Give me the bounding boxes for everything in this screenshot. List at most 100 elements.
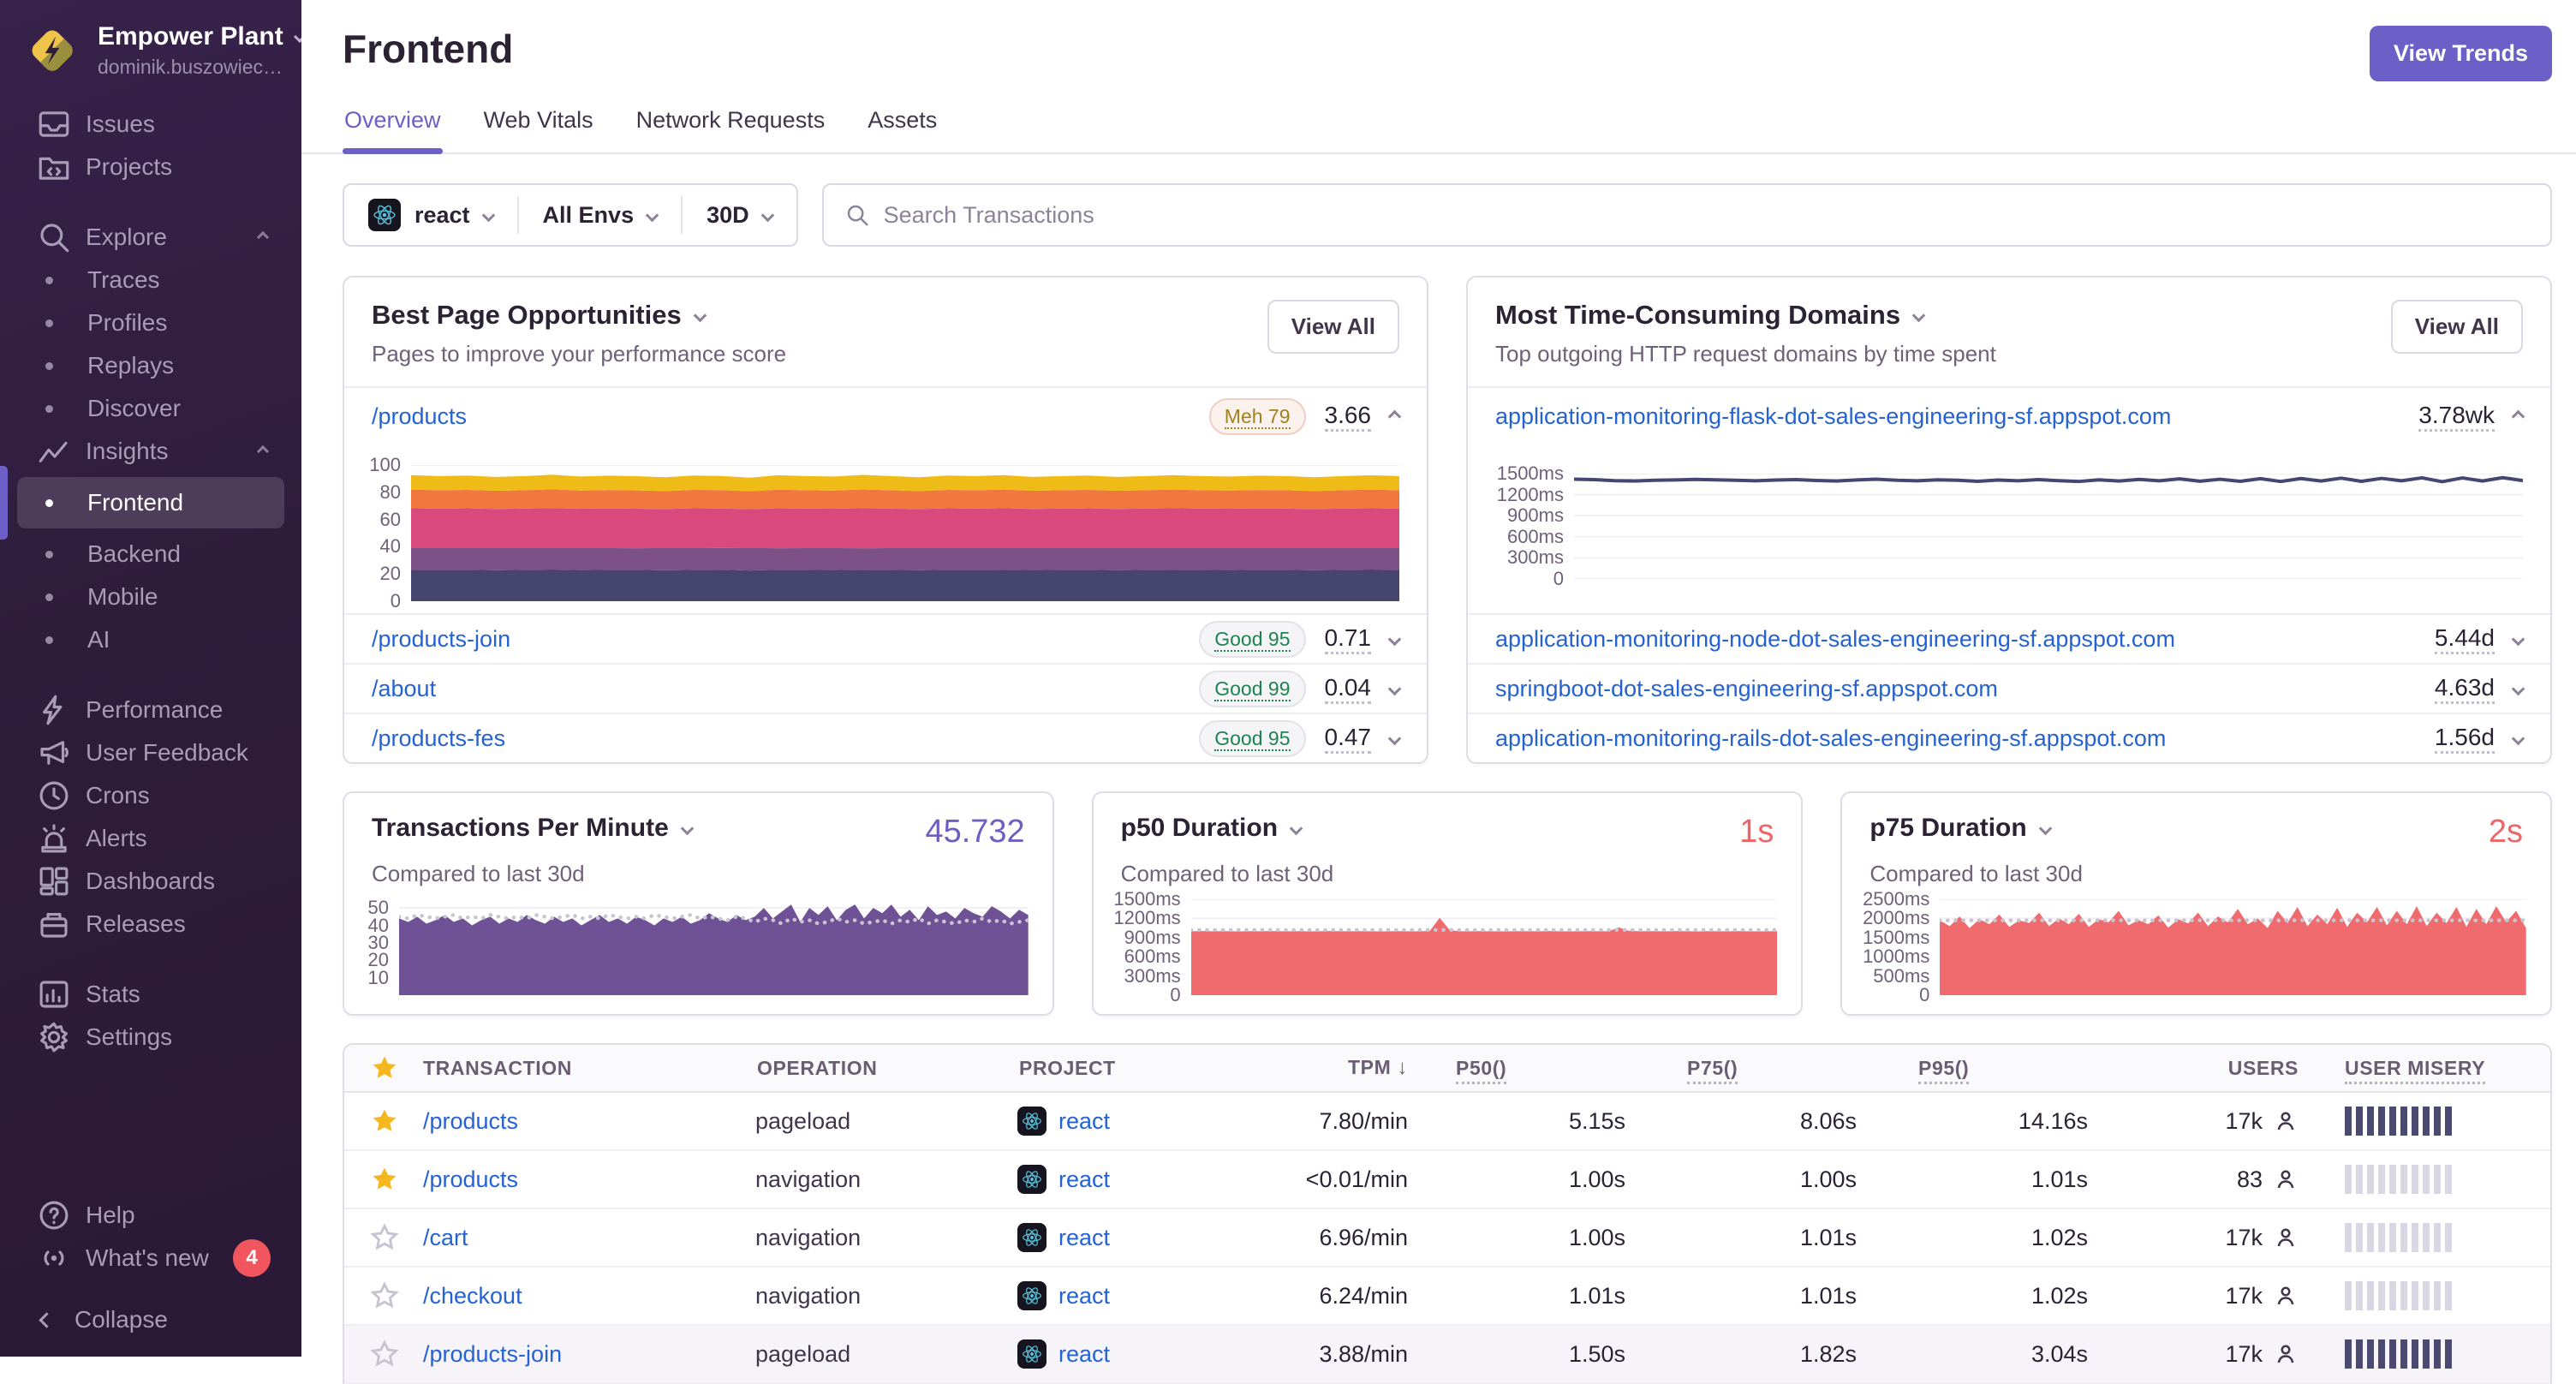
dashboards-icon [39,867,69,896]
transaction-link[interactable]: /products-join [423,1341,562,1367]
sidebar-item-help[interactable]: Help [0,1194,301,1237]
view-trends-button[interactable]: View Trends [2369,26,2552,81]
column-header-p50[interactable]: P50() [1420,1056,1651,1084]
sidebar-item-label: Collapse [75,1306,168,1333]
main-content: Frontend View Trends Overview Web Vitals… [301,0,2576,1384]
column-header-user-misery[interactable]: USER MISERY [2305,1056,2550,1084]
expand-row-icon[interactable] [2511,682,2525,695]
panel-title[interactable]: Most Time-Consuming Domains [1495,300,1996,331]
sidebar-item-traces[interactable]: Traces [0,259,301,301]
sidebar-item-alerts[interactable]: Alerts [0,817,301,860]
environment-filter[interactable]: All Envs [519,185,682,245]
sidebar-collapse-button[interactable]: Collapse [0,1298,301,1341]
star-icon[interactable] [370,1053,399,1083]
chevron-down-icon [1911,308,1926,322]
domain-duration-chart: 0 300ms 600ms 900ms 1200ms 1500ms [1468,439,2550,613]
sidebar-item-mobile[interactable]: Mobile [0,576,301,618]
sidebar-item-issues[interactable]: Issues [0,103,301,146]
sidebar-item-whats-new[interactable]: What's new 4 [0,1237,301,1280]
star-icon[interactable] [370,1107,399,1136]
date-range-filter[interactable]: 30D [683,185,796,245]
star-icon[interactable] [370,1281,399,1310]
domain-row: springboot-dot-sales-engineering-sf.apps… [1468,663,2550,713]
domain-link[interactable]: application-monitoring-flask-dot-sales-e… [1495,403,2171,430]
column-header-users[interactable]: USERS [2114,1057,2305,1080]
collapse-row-icon[interactable] [1387,409,1402,423]
sidebar-item-discover[interactable]: Discover [0,387,301,430]
panel-title[interactable]: p75 Duration [1869,814,2052,843]
expand-row-icon[interactable] [1387,731,1402,745]
sidebar-item-stats[interactable]: Stats [0,973,301,1016]
transaction-link[interactable]: /cart [423,1225,468,1250]
project-cell: react [1017,1165,1283,1194]
sidebar-item-explore[interactable]: Explore [0,216,301,259]
project-link[interactable]: react [1058,1166,1110,1193]
transaction-link[interactable]: /products-fes [372,725,505,752]
project-link[interactable]: react [1058,1341,1110,1368]
project-filter[interactable]: react [344,185,517,245]
sidebar-bottom: Help What's new 4 Collapse [0,1194,301,1357]
tab-web-vitals[interactable]: Web Vitals [482,100,595,152]
sidebar-item-backend[interactable]: Backend [0,533,301,576]
star-icon[interactable] [370,1165,399,1194]
panel-title[interactable]: Best Page Opportunities [372,300,786,331]
expand-row-icon[interactable] [1387,632,1402,646]
sidebar-item-insights[interactable]: Insights [0,430,301,473]
search-transactions-input[interactable] [883,201,2530,229]
domain-link[interactable]: application-monitoring-node-dot-sales-en… [1495,626,2175,653]
domain-link[interactable]: application-monitoring-rails-dot-sales-e… [1495,725,2166,752]
star-icon[interactable] [370,1339,399,1369]
column-header-p95[interactable]: P95() [1882,1056,2114,1084]
column-header-project[interactable]: PROJECT [1017,1057,1283,1080]
collapse-row-icon[interactable] [2511,409,2525,423]
transaction-link[interactable]: /checkout [423,1283,522,1309]
expand-row-icon[interactable] [2511,632,2525,646]
domain-link[interactable]: springboot-dot-sales-engineering-sf.apps… [1495,676,1998,702]
sidebar-item-frontend[interactable]: Frontend [0,466,284,540]
sidebar-item-label: Traces [87,266,160,293]
chevron-left-icon [39,1311,55,1328]
expand-row-icon[interactable] [1387,682,1402,695]
expand-row-icon[interactable] [2511,731,2525,745]
domain-time-value: 3.78wk [2418,402,2495,432]
tab-assets[interactable]: Assets [866,100,939,152]
sidebar-item-projects[interactable]: Projects [0,146,301,188]
panel-subtitle: Compared to last 30d [372,861,585,886]
panel-title[interactable]: p50 Duration [1121,814,1303,843]
column-header-p75[interactable]: P75() [1651,1056,1882,1084]
tpm-cell: 6.96/min [1319,1224,1408,1250]
sidebar-item-settings[interactable]: Settings [0,1016,301,1059]
sidebar-item-ai[interactable]: AI [0,618,301,661]
opportunity-value: 3.66 [1324,402,1371,432]
user-icon [2277,1170,2294,1189]
sidebar-item-crons[interactable]: Crons [0,774,301,817]
star-icon[interactable] [370,1223,399,1252]
column-header-transaction[interactable]: TRANSACTION [421,1057,755,1080]
column-header-operation[interactable]: OPERATION [755,1057,1017,1080]
transaction-link[interactable]: /about [372,676,436,702]
sidebar-item-profiles[interactable]: Profiles [0,301,301,344]
transaction-link[interactable]: /products [423,1108,518,1134]
sidebar-item-user-feedback[interactable]: User Feedback [0,731,301,774]
sort-desc-icon: ↓ [1397,1056,1408,1079]
sidebar-item-label: Replays [87,352,175,379]
transaction-link[interactable]: /products [372,403,467,430]
sidebar-item-replays[interactable]: Replays [0,344,301,387]
transaction-link[interactable]: /products [423,1166,518,1192]
search-transactions-box [821,183,2552,247]
sidebar-item-dashboards[interactable]: Dashboards [0,860,301,903]
transaction-link[interactable]: /products-join [372,626,510,653]
project-link[interactable]: react [1058,1108,1110,1135]
panel-title[interactable]: Transactions Per Minute [372,814,695,843]
sidebar-item-performance[interactable]: Performance [0,689,301,731]
project-link[interactable]: react [1058,1225,1110,1251]
chevron-up-icon [256,444,270,458]
view-all-button[interactable]: View All [1267,300,1399,354]
sidebar-item-releases[interactable]: Releases [0,903,301,946]
tab-network-requests[interactable]: Network Requests [635,100,827,152]
column-header-tpm[interactable]: TPM ↓ [1283,1056,1420,1080]
project-link[interactable]: react [1058,1283,1110,1309]
tab-overview[interactable]: Overview [343,100,443,154]
view-all-button[interactable]: View All [2390,300,2523,354]
org-switcher[interactable]: Empower Plant dominik.buszowiec… [0,0,306,103]
